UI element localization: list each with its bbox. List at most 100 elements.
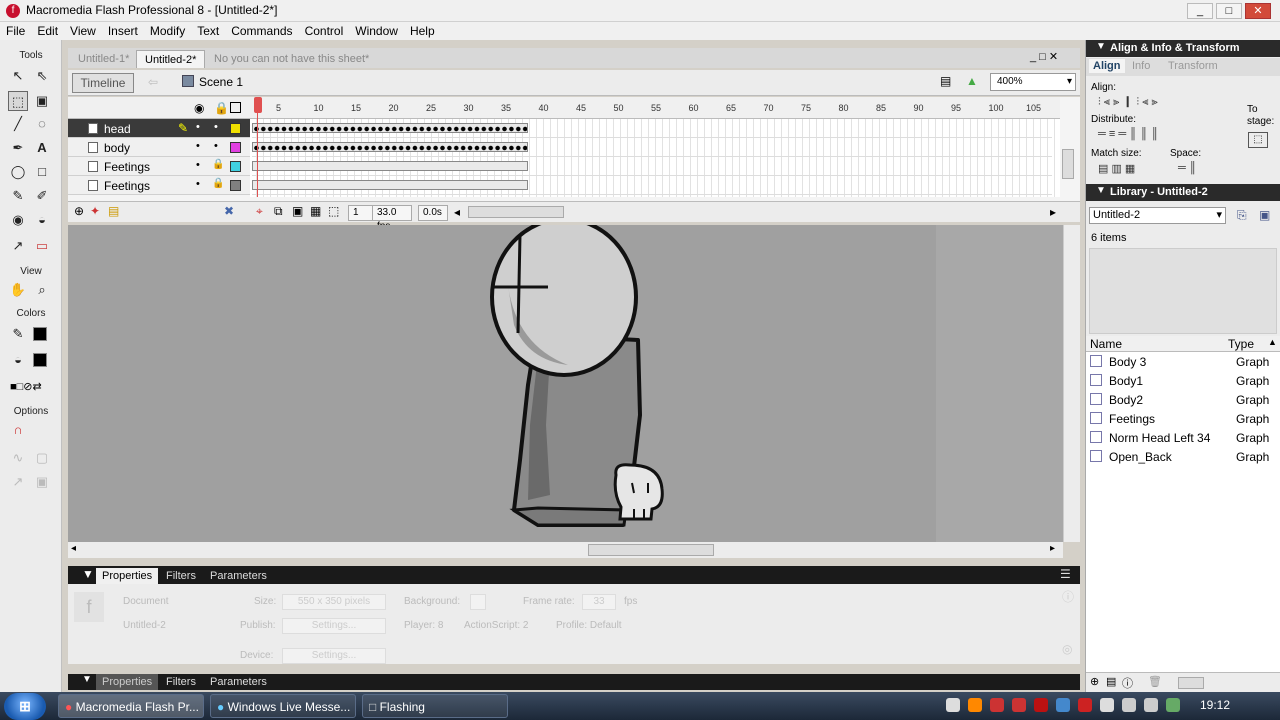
zoom-tool-icon[interactable]: ⌕ [32,280,52,300]
library-hscroll-thumb[interactable] [1178,677,1204,689]
tab-untitled-2[interactable]: Untitled-2* [136,50,206,68]
to-stage-button[interactable]: ⬚ [1248,132,1268,148]
stage-hscroll[interactable]: ◂ ▸ [68,542,1063,558]
network-icon[interactable] [1122,698,1136,712]
publish-settings-button[interactable]: Settings... [282,618,386,634]
tab-info[interactable]: Info [1132,60,1150,72]
task-flash[interactable]: ● Macromedia Flash Pr... [58,694,204,718]
text-tool-icon[interactable]: A [32,138,52,158]
edit-symbols-icon[interactable]: ▲ [966,74,978,88]
menu-control[interactable]: Control [299,22,350,40]
library-item[interactable]: Open_Back Graph [1090,447,1277,466]
show-hide-eye-icon[interactable]: ◉ [194,101,204,115]
match-size-buttons-icon[interactable]: ▤ ▥ ▦ [1098,162,1135,175]
timeline-vscroll[interactable] [1062,149,1074,179]
paint-bucket-tool-icon[interactable]: ◒ [32,210,52,230]
align-panel-header[interactable]: Align & Info & Transform [1086,40,1280,57]
background-color-swatch[interactable] [470,594,486,610]
library-item[interactable]: Norm Head Left 34 Graph [1090,428,1277,447]
scroll-left-icon[interactable]: ◂ [71,543,76,554]
fill-color-swatch[interactable] [33,353,47,367]
delete-layer-icon[interactable]: ✖ [224,204,234,218]
layer-color-swatch[interactable] [230,180,241,191]
close-button[interactable]: ✕ [1245,3,1271,19]
expand-icon[interactable]: ◎ [1062,642,1072,656]
tab-parameters-ghost[interactable]: Parameters [204,674,273,690]
menu-file[interactable]: File [0,22,31,40]
frame-span[interactable] [252,161,528,171]
oval-tool-icon[interactable]: ◯ [8,162,28,182]
layer-row-feetings[interactable]: Feetings • 🔒 [68,157,250,176]
keyframes[interactable] [252,123,528,133]
scroll-right-icon[interactable]: ▸ [1050,205,1056,219]
tab-align[interactable]: Align [1089,59,1125,73]
doc-window-controls-icon[interactable]: _ □ ✕ [1030,50,1058,63]
layer-row-body[interactable]: body • • [68,138,250,157]
tab-filters[interactable]: Filters [160,568,202,584]
pen-tool-icon[interactable]: ✒ [8,138,28,158]
tray-icon[interactable] [1034,698,1048,712]
panel-menu-icon[interactable]: ☰ [1060,567,1071,581]
fill-transform-tool-icon[interactable]: ▣ [32,91,52,111]
timeline-hscroll-thumb[interactable] [468,206,564,218]
playhead[interactable] [254,97,262,197]
tab-untitled-1[interactable]: Untitled-1* [70,50,137,68]
library-item[interactable]: Feetings Graph [1090,409,1277,428]
visibility-dot[interactable]: • [196,140,200,152]
lock-dot[interactable]: • [214,140,218,152]
frame-row-feetings[interactable] [252,157,1052,176]
battery-icon[interactable] [1166,698,1180,712]
back-arrow-icon[interactable]: ⇦ [148,75,158,89]
collapse-triangle-icon[interactable]: ▼ [1096,185,1106,196]
frame-span[interactable] [252,180,528,190]
frame-ruler[interactable]: 5 10 15 20 25 30 35 40 45 50 55 60 65 70 75 80 85 90 95 100… [250,97,1060,119]
frame-rate[interactable]: 33.0 fps [372,205,412,232]
help-icon[interactable]: ⓘ [1062,588,1074,605]
lock-icon[interactable]: 🔒 [212,178,224,189]
collapse-triangle-icon[interactable]: ▼ [1096,41,1106,52]
add-folder-icon[interactable]: ▤ [108,204,119,218]
scroll-left-icon[interactable]: ◂ [454,205,460,219]
sort-icon[interactable]: ▲ [1268,337,1277,347]
layer-row-head[interactable]: head ✎ • • [68,119,250,138]
align-buttons-icon[interactable]: ⫶ ⫷ ⫸ ┃ ⫶ ⫷ ⫸ [1098,96,1158,109]
menu-text[interactable]: Text [191,22,225,40]
col-type[interactable]: Type [1228,337,1254,351]
layer-color-swatch[interactable] [230,142,241,153]
library-item[interactable]: Body 3 Graph [1090,352,1277,371]
subselect-tool-icon[interactable]: ⇖ [32,66,52,86]
stage-hscroll-thumb[interactable] [588,544,714,556]
tab-properties-ghost[interactable]: Properties [96,674,159,690]
modify-markers-icon[interactable]: ⬚ [328,204,339,218]
brush-tool-icon[interactable]: ✐ [32,186,52,206]
character-drawing[interactable] [68,225,936,542]
tab-transform[interactable]: Transform [1168,60,1218,72]
menu-modify[interactable]: Modify [144,22,191,40]
task-messenger[interactable]: ● Windows Live Messe... [210,694,356,718]
add-guide-icon[interactable]: ✦ [90,204,100,218]
clock[interactable]: 19:12 [1200,698,1230,712]
hand-tool-icon[interactable]: ✋ [8,280,28,300]
frame-grid[interactable]: 5 10 15 20 25 30 35 40 45 50 55 60 65 70 75 80 85 90 95 100… [250,97,1060,197]
line-tool-icon[interactable]: ╱ [8,114,28,134]
collapse-triangle-icon[interactable]: ▼ [82,567,94,581]
lock-icon[interactable]: 🔒 [212,159,224,170]
collapse-triangle-icon[interactable]: ▼ [82,674,92,685]
visibility-dot[interactable]: • [196,121,200,133]
distribute-buttons-icon[interactable]: ═ ≡ ═ ║ ║ ║ [1098,128,1159,140]
new-symbol-icon[interactable]: ⊕ [1090,675,1099,688]
library-doc-select[interactable]: Untitled-2 ▾ [1089,207,1226,224]
ink-bottle-tool-icon[interactable]: ◉ [8,210,28,230]
visibility-dot[interactable]: • [196,159,200,171]
add-layer-icon[interactable]: ⊕ [74,204,84,218]
tray-icon[interactable] [1056,698,1070,712]
lasso-tool-icon[interactable]: ◌ [32,114,52,134]
tray-icon[interactable] [1078,698,1092,712]
menu-help[interactable]: Help [404,22,441,40]
center-frame-icon[interactable]: ⌖ [256,204,263,219]
start-button[interactable]: ⊞ [4,693,46,720]
free-transform-tool-icon[interactable]: ⬚ [8,91,28,111]
menu-insert[interactable]: Insert [102,22,144,40]
layer-color-swatch[interactable] [230,161,241,172]
onion-outline-icon[interactable]: ▣ [292,204,303,218]
